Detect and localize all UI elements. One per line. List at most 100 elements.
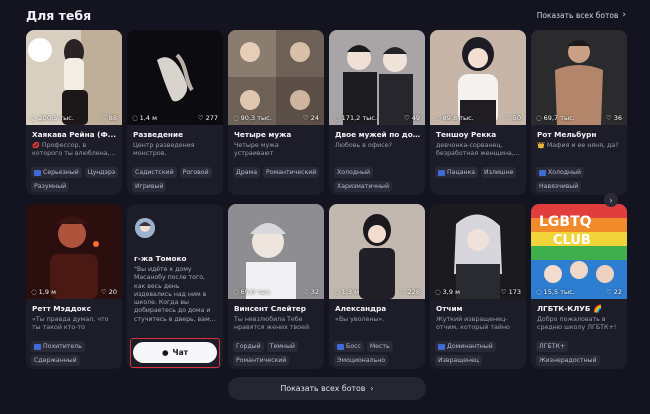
chat-count: 171,2 тыс. [341,113,377,122]
bot-description: Жуткий извращенец-отчим, который тайно с… [436,316,510,333]
card-stats: ◌ 1,3 м ♡ 228 [334,286,420,297]
show-all-bots-button[interactable]: Показать всех ботов › [228,377,426,400]
tag: Темный [266,341,298,352]
tag: Излишне [481,167,517,178]
chat-bubble-icon: ◌ [31,113,37,122]
like-count: 20 [108,287,117,296]
tag: ЛГБТК+ [536,341,569,352]
chat-bubble-icon: ◌ [334,113,340,122]
bot-card-breeding[interactable]: ◌ 1,4 м ♡ 277 Разведение Центр разведения … [127,30,223,195]
carousel-next-button[interactable]: › [604,193,618,207]
tag: Жизнерадостный [536,355,600,366]
heart-icon: ♡ [100,287,107,296]
bot-tags: Холодный Харизматичный [334,167,422,192]
chat-bubble-icon: ◌ [536,113,542,122]
tag: Драма [233,167,261,178]
like-count: 228 [407,287,420,296]
tag: Романтический [233,355,290,366]
chat-bubble-icon: ◌ [31,287,37,296]
bot-card-rhett[interactable]: ◌ 1,9 м ♡ 20 Ретт Мэддокс «Ты правда думал… [26,204,122,369]
card-stats: ◌ 200,5 тыс. ♡ 88 [31,112,117,123]
bot-description: Ты невзлюбила Тебе нравятся жених твоей … [234,316,310,333]
chat-count: 69,7 тыс. [543,113,575,122]
chat-count: 200,5 тыс. [38,113,74,122]
bot-name: Винсент Слейтер [234,304,306,313]
heart-icon: ♡ [504,113,511,122]
bot-name: г-жа Томоко [134,254,187,263]
bot-card-tomoko-expanded[interactable]: г-жа Томоко "Вы идёте к дому Масанобу по… [127,204,223,369]
bot-name: Двое мужей по дог... [335,130,421,139]
card-stats: ◌ 90,3 тыс. ♡ 24 [233,112,319,123]
bot-tags: Серьезный Цундэрэ Разумный [31,167,119,192]
tag-label: Холодный [548,169,581,176]
bot-description: Центр разведения монстров. [133,142,195,158]
chevron-right-icon: › [370,384,374,393]
tag: Эмоционально [334,355,389,366]
bot-name: Теншоу Рекка [436,130,497,139]
chat-count: 69,0 тыс. [240,287,272,296]
bot-thumbnail [329,204,425,299]
card-stats: ◌ 69,0 тыс. ♡ 32 [233,286,319,297]
heart-icon: ♡ [399,287,406,296]
chat-count: 1,4 м [139,113,157,122]
heart-icon: ♡ [500,287,507,296]
bot-description: «Ты правда думал, что ты такой кто-то ос… [32,316,109,333]
chat-bubble-icon: ◌ [536,287,542,296]
bot-name: Хаякава Рейна (Ф... [32,130,116,139]
chevron-right-icon: › [609,195,613,205]
like-count: 50 [512,113,521,122]
bot-description: Добро пожаловать в средню школу ЛГБТК+! [537,316,617,332]
tag-label: Босс [346,343,361,350]
tag: Навязчивый [536,181,582,192]
bot-card-stepfather[interactable]: ◌ 3,9 м ♡ 173 Отчим Жуткий извращенец-отчи… [430,204,526,369]
tag: Доминантный [435,341,496,352]
bot-description: 💋 Профессор, в которого ты влюблена,... [32,142,116,158]
card-stats: ◌ 171,2 тыс. ♡ 49 [334,112,420,123]
tag-image-icon [34,343,41,350]
tag-label: Пацанка [447,169,476,176]
section-title: Для тебя [26,8,92,23]
heart-icon: ♡ [403,113,410,122]
chat-bubble-icon: ◌ [435,287,441,296]
tag-image-icon [34,169,41,176]
bot-name: Четыре мужа [234,130,292,139]
card-stats: ◌ 89,8 тыс. ♡ 50 [435,112,521,123]
show-all-bots-link[interactable]: Показать всех ботов › [537,10,626,20]
bot-card-tenshou[interactable]: ◌ 89,8 тыс. ♡ 50 Теншоу Рекка девчонка-сор… [430,30,526,195]
bot-card-alexandra[interactable]: ◌ 1,3 м ♡ 228 Александра «Вы уволены». Бос… [329,204,425,369]
tag: Харизматичный [334,181,392,192]
like-count: 88 [108,113,117,122]
bot-card-two-husbands[interactable]: ◌ 171,2 тыс. ♡ 49 Двое мужей по дог... Люб… [329,30,425,195]
chat-count: 1,3 м [341,287,359,296]
tag-image-icon [438,169,445,176]
tag: Месть [366,341,393,352]
heart-icon: ♡ [302,113,309,122]
tag-image-icon [539,169,546,176]
bot-name: Разведение [133,130,184,139]
bot-description: Четыре мужа устраивают [234,142,279,158]
bot-card-lgbtq-club[interactable]: LGBTQ CLUB ◌ 15,5 тыс. ♡ 22 ЛГБТК-КЛУБ 🌈 До… [531,204,627,369]
bot-tags: Доминантный Извращенец [435,341,523,366]
heart-icon: ♡ [302,287,309,296]
chat-count: 1,9 м [38,287,56,296]
bot-card-four-husbands[interactable]: ◌ 90,3 тыс. ♡ 24 Четыре мужа Четыре мужа у… [228,30,324,195]
tag: Похититель [31,341,85,352]
tag: Цундэрэ [84,167,119,178]
like-count: 49 [411,113,420,122]
bot-card-rot-melbourne[interactable]: ◌ 69,7 тыс. ♡ 36 Рот Мельбурн 👑 Мафия и ее… [531,30,627,195]
bot-name: Александра [335,304,387,313]
bot-name: Рот Мельбурн [537,130,597,139]
bot-thumbnail [228,30,324,125]
chat-button[interactable]: ● Чат [133,342,217,363]
bot-thumbnail: LGBTQ CLUB [531,204,627,299]
bot-card-vincent[interactable]: ◌ 69,0 тыс. ♡ 32 Винсент Слейтер Ты невзлю… [228,204,324,369]
bot-thumbnail [531,30,627,125]
tag-label: Доминантный [447,343,493,350]
bot-card-hayakawa[interactable]: ◌ 200,5 тыс. ♡ 88 Хаякава Рейна (Ф... 💋 Пр… [26,30,122,195]
tag: Холодный [536,167,584,178]
bot-thumbnail [26,204,122,299]
tag-image-icon [337,343,344,350]
chat-count: 15,5 тыс. [543,287,575,296]
tag: Игривый [132,181,167,192]
tag: Гордый [233,341,264,352]
